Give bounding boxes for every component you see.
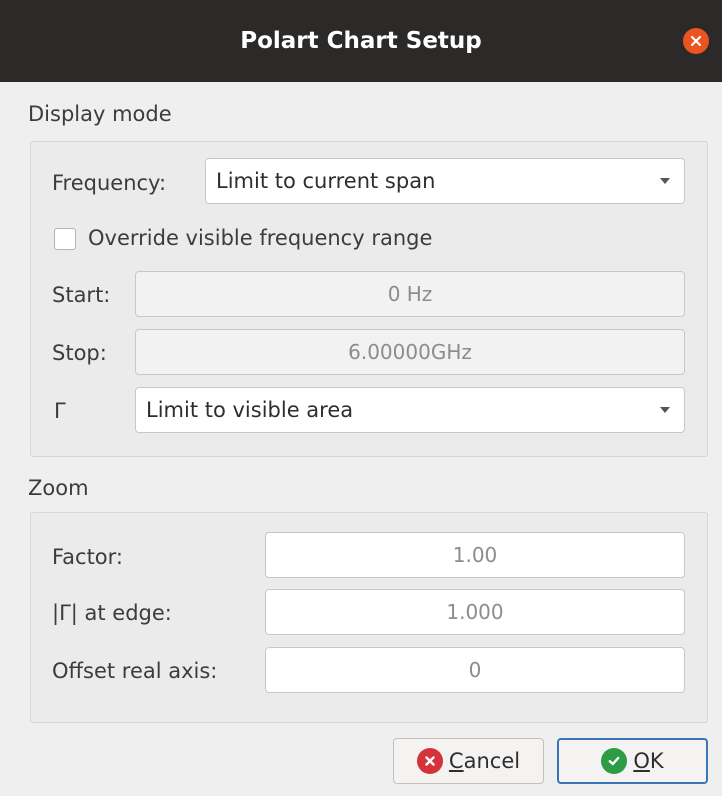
override-checkbox[interactable] <box>54 228 76 250</box>
offset-label: Offset real axis: <box>52 659 218 683</box>
close-icon <box>690 35 702 47</box>
ok-mnemonic: O <box>633 749 650 773</box>
gamma-select[interactable]: Limit to visible area <box>135 387 685 433</box>
cancel-label: Cancel <box>449 749 520 773</box>
close-button[interactable] <box>683 28 709 54</box>
override-label[interactable]: Override visible frequency range <box>88 226 432 250</box>
cancel-button[interactable]: Cancel <box>393 738 544 784</box>
title-bar: Polart Chart Setup <box>0 0 722 82</box>
zoom-label: Zoom <box>28 476 89 500</box>
chevron-down-icon <box>660 178 670 184</box>
gamma-label: Γ <box>54 399 66 423</box>
cancel-icon <box>416 748 443 774</box>
stop-label: Stop: <box>52 341 107 365</box>
ok-label: OK <box>633 749 663 773</box>
window-title: Polart Chart Setup <box>240 28 482 54</box>
cancel-mnemonic: C <box>448 749 464 773</box>
start-input[interactable]: 0 Hz <box>135 271 685 317</box>
cancel-label-rest: ancel <box>463 749 521 773</box>
factor-label: Factor: <box>52 545 123 569</box>
ok-button[interactable]: OK <box>557 738 708 784</box>
frequency-select[interactable]: Limit to current span <box>205 158 685 204</box>
edge-input[interactable]: 1.000 <box>265 589 685 635</box>
edge-label: |Γ| at edge: <box>52 601 172 625</box>
frequency-label: Frequency: <box>52 171 167 195</box>
offset-input[interactable]: 0 <box>265 647 685 693</box>
factor-input[interactable]: 1.00 <box>265 532 685 578</box>
ok-label-rest: K <box>649 749 664 773</box>
gamma-select-value: Limit to visible area <box>146 398 354 422</box>
frequency-select-value: Limit to current span <box>216 169 436 193</box>
display-mode-label: Display mode <box>28 102 172 126</box>
start-label: Start: <box>52 283 111 307</box>
chevron-down-icon <box>660 407 670 413</box>
check-icon <box>601 748 628 774</box>
stop-input[interactable]: 6.00000GHz <box>135 329 685 375</box>
